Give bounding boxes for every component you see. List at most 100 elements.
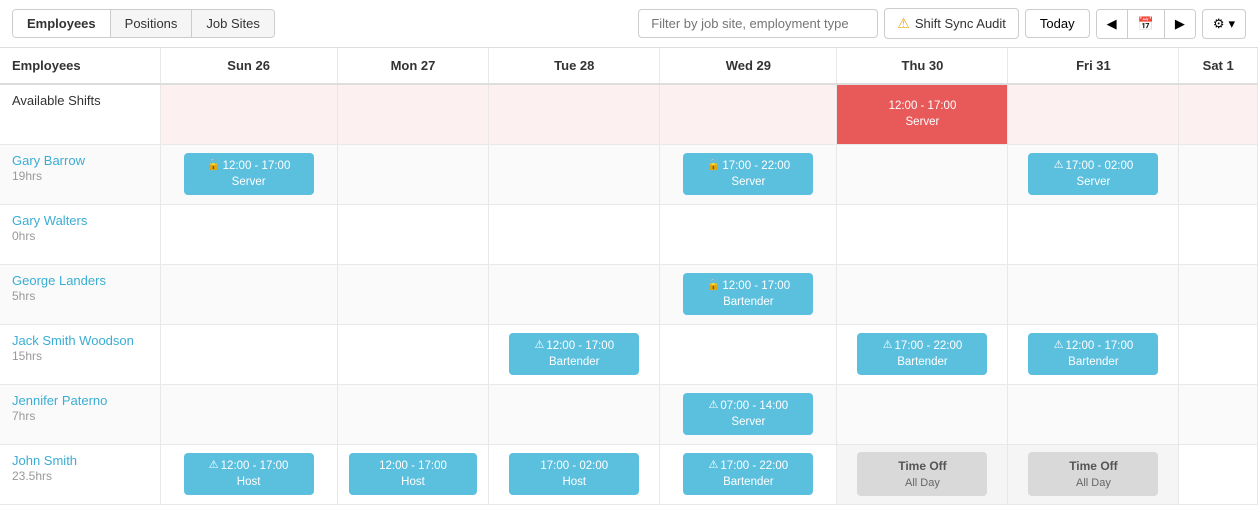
header-sun: Sun 26 — [160, 48, 337, 84]
time-off-cell[interactable]: Time Off All Day — [1008, 444, 1179, 504]
table-header: Employees Sun 26 Mon 27 Tue 28 Wed 29 Th… — [0, 48, 1258, 84]
empty-cell — [837, 384, 1008, 444]
tab-employees[interactable]: Employees — [13, 10, 111, 37]
shift-cell[interactable]: 🔒12:00 - 17:00 Bartender — [660, 264, 837, 324]
empty-cell — [489, 204, 660, 264]
shift-cell[interactable]: 12:00 - 17:00 Host — [337, 444, 489, 504]
empty-cell — [337, 144, 489, 204]
employee-name[interactable]: Jennifer Paterno — [12, 393, 156, 408]
empty-cell — [837, 144, 1008, 204]
employee-name[interactable]: John Smith — [12, 453, 156, 468]
shift-badge[interactable]: ⚠07:00 - 14:00 Server — [683, 393, 813, 435]
shift-badge[interactable]: 12:00 - 17:00 Host — [349, 453, 477, 495]
empty-cell — [1179, 444, 1258, 504]
employee-cell: George Landers 5hrs — [0, 264, 160, 324]
empty-cell — [337, 264, 489, 324]
warning-icon: ⚠ — [883, 338, 893, 353]
table-body: Available Shifts 12:00 - 17:00 Server Ga… — [0, 84, 1258, 504]
employee-hours: 7hrs — [12, 409, 35, 423]
today-button[interactable]: Today — [1025, 9, 1090, 38]
warning-icon: ⚠ — [534, 338, 544, 353]
warning-icon: ⚠ — [897, 15, 910, 32]
employee-hours: 19hrs — [12, 169, 42, 183]
empty-cell — [1008, 264, 1179, 324]
settings-button[interactable]: ⚙ ▾ — [1202, 9, 1246, 39]
tab-job-sites[interactable]: Job Sites — [192, 10, 273, 37]
shift-badge[interactable]: ⚠17:00 - 22:00 Bartender — [857, 333, 987, 375]
available-shift-cell[interactable]: 12:00 - 17:00 Server — [837, 84, 1008, 144]
shift-badge[interactable]: ⚠17:00 - 02:00 Server — [1028, 153, 1158, 195]
employee-hours: 0hrs — [12, 229, 35, 243]
employee-cell: Gary Walters 0hrs — [0, 204, 160, 264]
shift-badge[interactable]: 🔒17:00 - 22:00 Server — [683, 153, 813, 195]
shift-cell[interactable]: ⚠07:00 - 14:00 Server — [660, 384, 837, 444]
tab-group: Employees Positions Job Sites — [12, 9, 275, 38]
available-shift-cell-empty — [489, 84, 660, 144]
toolbar: Employees Positions Job Sites ⚠ Shift Sy… — [0, 0, 1258, 48]
shift-cell[interactable]: 🔒12:00 - 17:00 Server — [160, 144, 337, 204]
empty-cell — [337, 384, 489, 444]
header-tue: Tue 28 — [489, 48, 660, 84]
empty-cell — [160, 204, 337, 264]
employee-name[interactable]: Jack Smith Woodson — [12, 333, 156, 348]
employee-name[interactable]: Gary Barrow — [12, 153, 156, 168]
shift-badge[interactable]: 🔒12:00 - 17:00 Server — [184, 153, 314, 195]
shift-badge[interactable]: ⚠12:00 - 17:00 Bartender — [509, 333, 639, 375]
warning-icon: ⚠ — [709, 458, 719, 473]
header-wed: Wed 29 — [660, 48, 837, 84]
next-button[interactable]: ▶ — [1165, 10, 1195, 38]
shift-badge[interactable]: 12:00 - 17:00 Server — [857, 93, 987, 135]
shift-badge[interactable]: 🔒12:00 - 17:00 Bartender — [683, 273, 813, 315]
time-off-cell[interactable]: Time Off All Day — [837, 444, 1008, 504]
calendar: Employees Sun 26 Mon 27 Tue 28 Wed 29 Th… — [0, 48, 1258, 505]
shift-cell[interactable]: 17:00 - 02:00 Host — [489, 444, 660, 504]
empty-cell — [489, 144, 660, 204]
lock-icon: 🔒 — [707, 278, 721, 293]
employee-cell: John Smith 23.5hrs — [0, 444, 160, 504]
employee-name[interactable]: George Landers — [12, 273, 156, 288]
lock-icon: 🔒 — [207, 158, 221, 173]
tab-positions[interactable]: Positions — [111, 10, 193, 37]
time-off-badge[interactable]: Time Off All Day — [857, 452, 987, 497]
empty-cell — [337, 204, 489, 264]
shift-badge[interactable]: 17:00 - 02:00 Host — [509, 453, 639, 495]
prev-button[interactable]: ◀ — [1097, 10, 1128, 38]
shift-badge[interactable]: ⚠12:00 - 17:00 Bartender — [1028, 333, 1158, 375]
header-mon: Mon 27 — [337, 48, 489, 84]
employee-name[interactable]: Gary Walters — [12, 213, 156, 228]
empty-cell — [1179, 204, 1258, 264]
shift-cell[interactable]: ⚠17:00 - 22:00 Bartender — [837, 324, 1008, 384]
table-row: George Landers 5hrs 🔒12:00 - 17:00 Barte… — [0, 264, 1258, 324]
shift-cell[interactable]: ⚠17:00 - 02:00 Server — [1008, 144, 1179, 204]
shift-cell[interactable]: ⚠12:00 - 17:00 Bartender — [1008, 324, 1179, 384]
filter-input[interactable] — [638, 9, 878, 38]
available-shift-cell-empty — [660, 84, 837, 144]
empty-cell — [489, 264, 660, 324]
time-off-badge[interactable]: Time Off All Day — [1028, 452, 1158, 497]
empty-cell — [1179, 264, 1258, 324]
chevron-down-icon: ▾ — [1228, 16, 1235, 32]
header-sat: Sat 1 — [1179, 48, 1258, 84]
empty-cell — [489, 384, 660, 444]
warning-icon: ⚠ — [1054, 338, 1064, 353]
table-row: John Smith 23.5hrs ⚠12:00 - 17:00 Host 1… — [0, 444, 1258, 504]
warning-icon: ⚠ — [209, 458, 219, 473]
available-shift-cell-empty — [337, 84, 489, 144]
empty-cell — [160, 264, 337, 324]
empty-cell — [1179, 384, 1258, 444]
table-row: Jack Smith Woodson 15hrs ⚠12:00 - 17:00 … — [0, 324, 1258, 384]
available-shift-cell-empty — [160, 84, 337, 144]
shift-badge[interactable]: ⚠12:00 - 17:00 Host — [184, 453, 314, 495]
empty-cell — [837, 204, 1008, 264]
empty-cell — [1008, 204, 1179, 264]
shift-badge[interactable]: ⚠17:00 - 22:00 Bartender — [683, 453, 813, 495]
shift-sync-audit-button[interactable]: ⚠ Shift Sync Audit — [884, 8, 1019, 39]
shift-cell[interactable]: ⚠12:00 - 17:00 Host — [160, 444, 337, 504]
employee-cell: Gary Barrow 19hrs — [0, 144, 160, 204]
warning-icon: ⚠ — [709, 398, 719, 413]
shift-cell[interactable]: ⚠17:00 - 22:00 Bartender — [660, 444, 837, 504]
available-shift-cell-empty — [1008, 84, 1179, 144]
calendar-button[interactable]: 📅 — [1128, 10, 1165, 38]
shift-cell[interactable]: ⚠12:00 - 17:00 Bartender — [489, 324, 660, 384]
shift-cell[interactable]: 🔒17:00 - 22:00 Server — [660, 144, 837, 204]
